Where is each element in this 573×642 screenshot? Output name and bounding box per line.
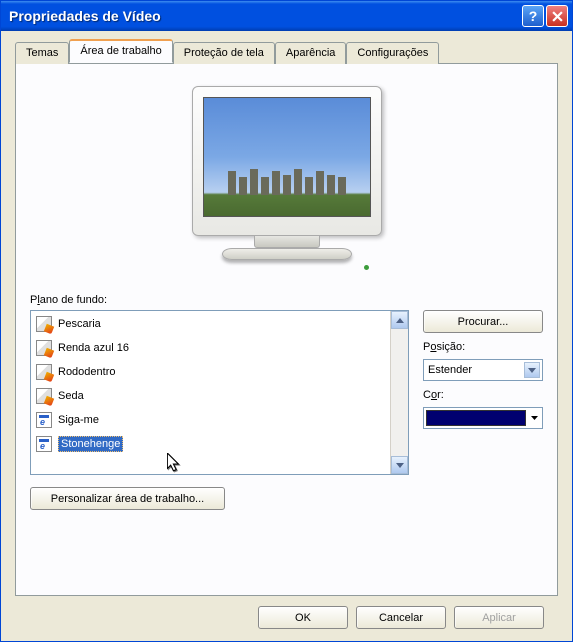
dialog-button-row: OK Cancelar Aplicar [15, 596, 558, 629]
tab-themes[interactable]: Temas [15, 42, 69, 64]
tab-screensaver[interactable]: Proteção de tela [173, 42, 275, 64]
image-file-icon [36, 340, 52, 356]
right-column: Procurar... Posição: Estender Cor: [423, 310, 543, 510]
wallpaper-preview [203, 97, 371, 217]
list-item[interactable]: Rododentro [32, 360, 389, 384]
monitor-preview [187, 86, 387, 276]
monitor-stand [254, 236, 320, 248]
scroll-up-button[interactable] [391, 311, 408, 329]
background-list[interactable]: Pescaria Renda azul 16 Rododentro Seda Siga-… [31, 311, 390, 474]
customize-desktop-button[interactable]: Personalizar área de trabalho... [30, 487, 225, 510]
cancel-button[interactable]: Cancelar [356, 606, 446, 629]
tab-appearance[interactable]: Aparência [275, 42, 347, 64]
list-item[interactable]: Renda azul 16 [32, 336, 389, 360]
image-file-icon [36, 316, 52, 332]
desktop-tabpanel: Plano de fundo: Pescaria Renda azul 16 Rod… [15, 63, 558, 596]
browse-button[interactable]: Procurar... [423, 310, 543, 333]
position-select[interactable]: Estender [423, 359, 543, 381]
display-properties-window: Propriedades de Vídeo ? Temas Área de tr… [0, 0, 573, 642]
color-swatch [426, 410, 526, 426]
preview-area [30, 78, 543, 294]
tab-settings[interactable]: Configurações [346, 42, 439, 64]
position-label: Posição: [423, 341, 543, 353]
dialog-content: Temas Área de trabalho Proteção de tela … [1, 31, 572, 641]
dropdown-arrow[interactable] [524, 362, 540, 378]
html-file-icon [36, 436, 52, 452]
apply-button[interactable]: Aplicar [454, 606, 544, 629]
scroll-track[interactable] [391, 329, 408, 456]
lower-section: Pescaria Renda azul 16 Rododentro Seda Siga-… [30, 310, 543, 510]
list-item-label: Seda [58, 390, 84, 402]
image-file-icon [36, 364, 52, 380]
titlebar[interactable]: Propriedades de Vídeo ? [1, 1, 572, 31]
window-title: Propriedades de Vídeo [9, 8, 520, 24]
color-picker[interactable] [423, 407, 543, 429]
background-label: Plano de fundo: [30, 294, 543, 306]
list-item-label: Rododentro [58, 366, 116, 378]
list-item[interactable]: Seda [32, 384, 389, 408]
html-file-icon [36, 412, 52, 428]
scroll-down-button[interactable] [391, 456, 408, 474]
image-file-icon [36, 388, 52, 404]
list-item-label: Pescaria [58, 318, 101, 330]
background-listbox[interactable]: Pescaria Renda azul 16 Rododentro Seda Siga-… [30, 310, 409, 475]
chevron-up-icon [396, 318, 404, 323]
scrollbar[interactable] [390, 311, 408, 474]
chevron-down-icon [528, 368, 536, 373]
tabstrip: Temas Área de trabalho Proteção de tela … [15, 41, 558, 63]
left-column: Pescaria Renda azul 16 Rododentro Seda Siga-… [30, 310, 409, 510]
stonehenge-icon [204, 165, 370, 195]
caret-down-icon [531, 416, 538, 420]
list-item-label: Renda azul 16 [58, 342, 129, 354]
ok-button[interactable]: OK [258, 606, 348, 629]
monitor-frame [192, 86, 382, 236]
position-value: Estender [428, 364, 524, 376]
list-item[interactable]: Stonehenge [32, 432, 389, 456]
chevron-down-icon [396, 463, 404, 468]
color-dropdown-arrow[interactable] [528, 416, 540, 420]
close-button[interactable] [546, 5, 568, 27]
power-led-icon [364, 265, 369, 270]
list-item[interactable]: Pescaria [32, 312, 389, 336]
list-item[interactable]: Siga-me [32, 408, 389, 432]
list-item-label: Siga-me [58, 414, 99, 426]
help-button[interactable]: ? [522, 5, 544, 27]
close-icon [552, 11, 563, 22]
list-item-label: Stonehenge [58, 436, 123, 452]
color-label: Cor: [423, 389, 543, 401]
tab-desktop[interactable]: Área de trabalho [69, 39, 172, 63]
monitor-base [222, 248, 352, 260]
